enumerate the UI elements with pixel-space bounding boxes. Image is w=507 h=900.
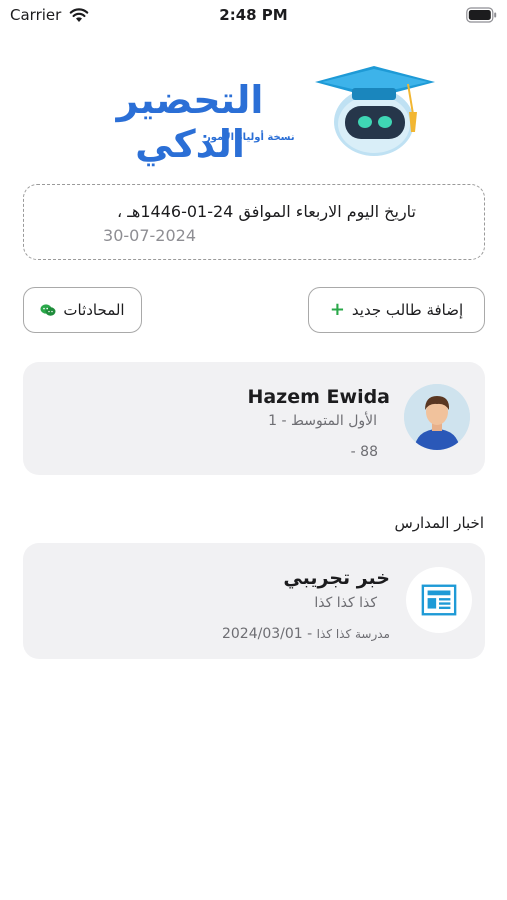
add-student-button[interactable]: + إضافة طالب جديد xyxy=(308,287,485,333)
logo-subtitle: نسخة أولياء الأمور xyxy=(205,132,295,143)
student-avatar-icon xyxy=(404,384,470,450)
hijri-date: تاريخ اليوم الاربعاء الموافق 24-01-1446ه… xyxy=(116,202,416,221)
news-meta: مدرسة كذا كذا - 2024/03/01 xyxy=(222,626,390,642)
chats-button[interactable]: المحادثات xyxy=(23,287,142,333)
student-name: Hazem Ewida xyxy=(247,386,390,408)
news-school: مدرسة كذا كذا xyxy=(316,627,390,641)
status-bar: Carrier 2:48 PM xyxy=(0,0,507,32)
add-student-label: إضافة طالب جديد xyxy=(351,301,464,319)
student-number: - 88 xyxy=(350,444,378,460)
student-grade: الأول المتوسط - 1 xyxy=(268,413,377,429)
battery-icon xyxy=(466,7,497,23)
status-time: 2:48 PM xyxy=(219,6,288,24)
app-logo: التحضير الذكي نسخة أولياء الأمور xyxy=(70,60,440,166)
news-section-title: اخبار المدارس xyxy=(394,514,484,532)
graduation-cap-robot-icon xyxy=(315,66,435,156)
chats-label: المحادثات xyxy=(63,301,125,319)
plus-icon: + xyxy=(329,299,345,320)
news-date: 2024/03/01 xyxy=(221,626,303,642)
chat-bubbles-icon xyxy=(40,304,56,316)
gregorian-date: 30-07-2024 xyxy=(103,226,196,245)
news-title: خبر تجريبي xyxy=(283,567,390,589)
news-item[interactable]: خبر تجريبي كذا كذا كذا مدرسة كذا كذا - 2… xyxy=(23,543,485,659)
logo-title: التحضير الذكي xyxy=(116,78,264,166)
newspaper-icon xyxy=(406,567,472,633)
news-separator: - xyxy=(307,626,313,642)
date-box: تاريخ اليوم الاربعاء الموافق 24-01-1446ه… xyxy=(23,184,485,260)
student-card[interactable]: Hazem Ewida الأول المتوسط - 1 - 88 xyxy=(23,362,485,475)
news-body: كذا كذا كذا xyxy=(314,595,377,611)
